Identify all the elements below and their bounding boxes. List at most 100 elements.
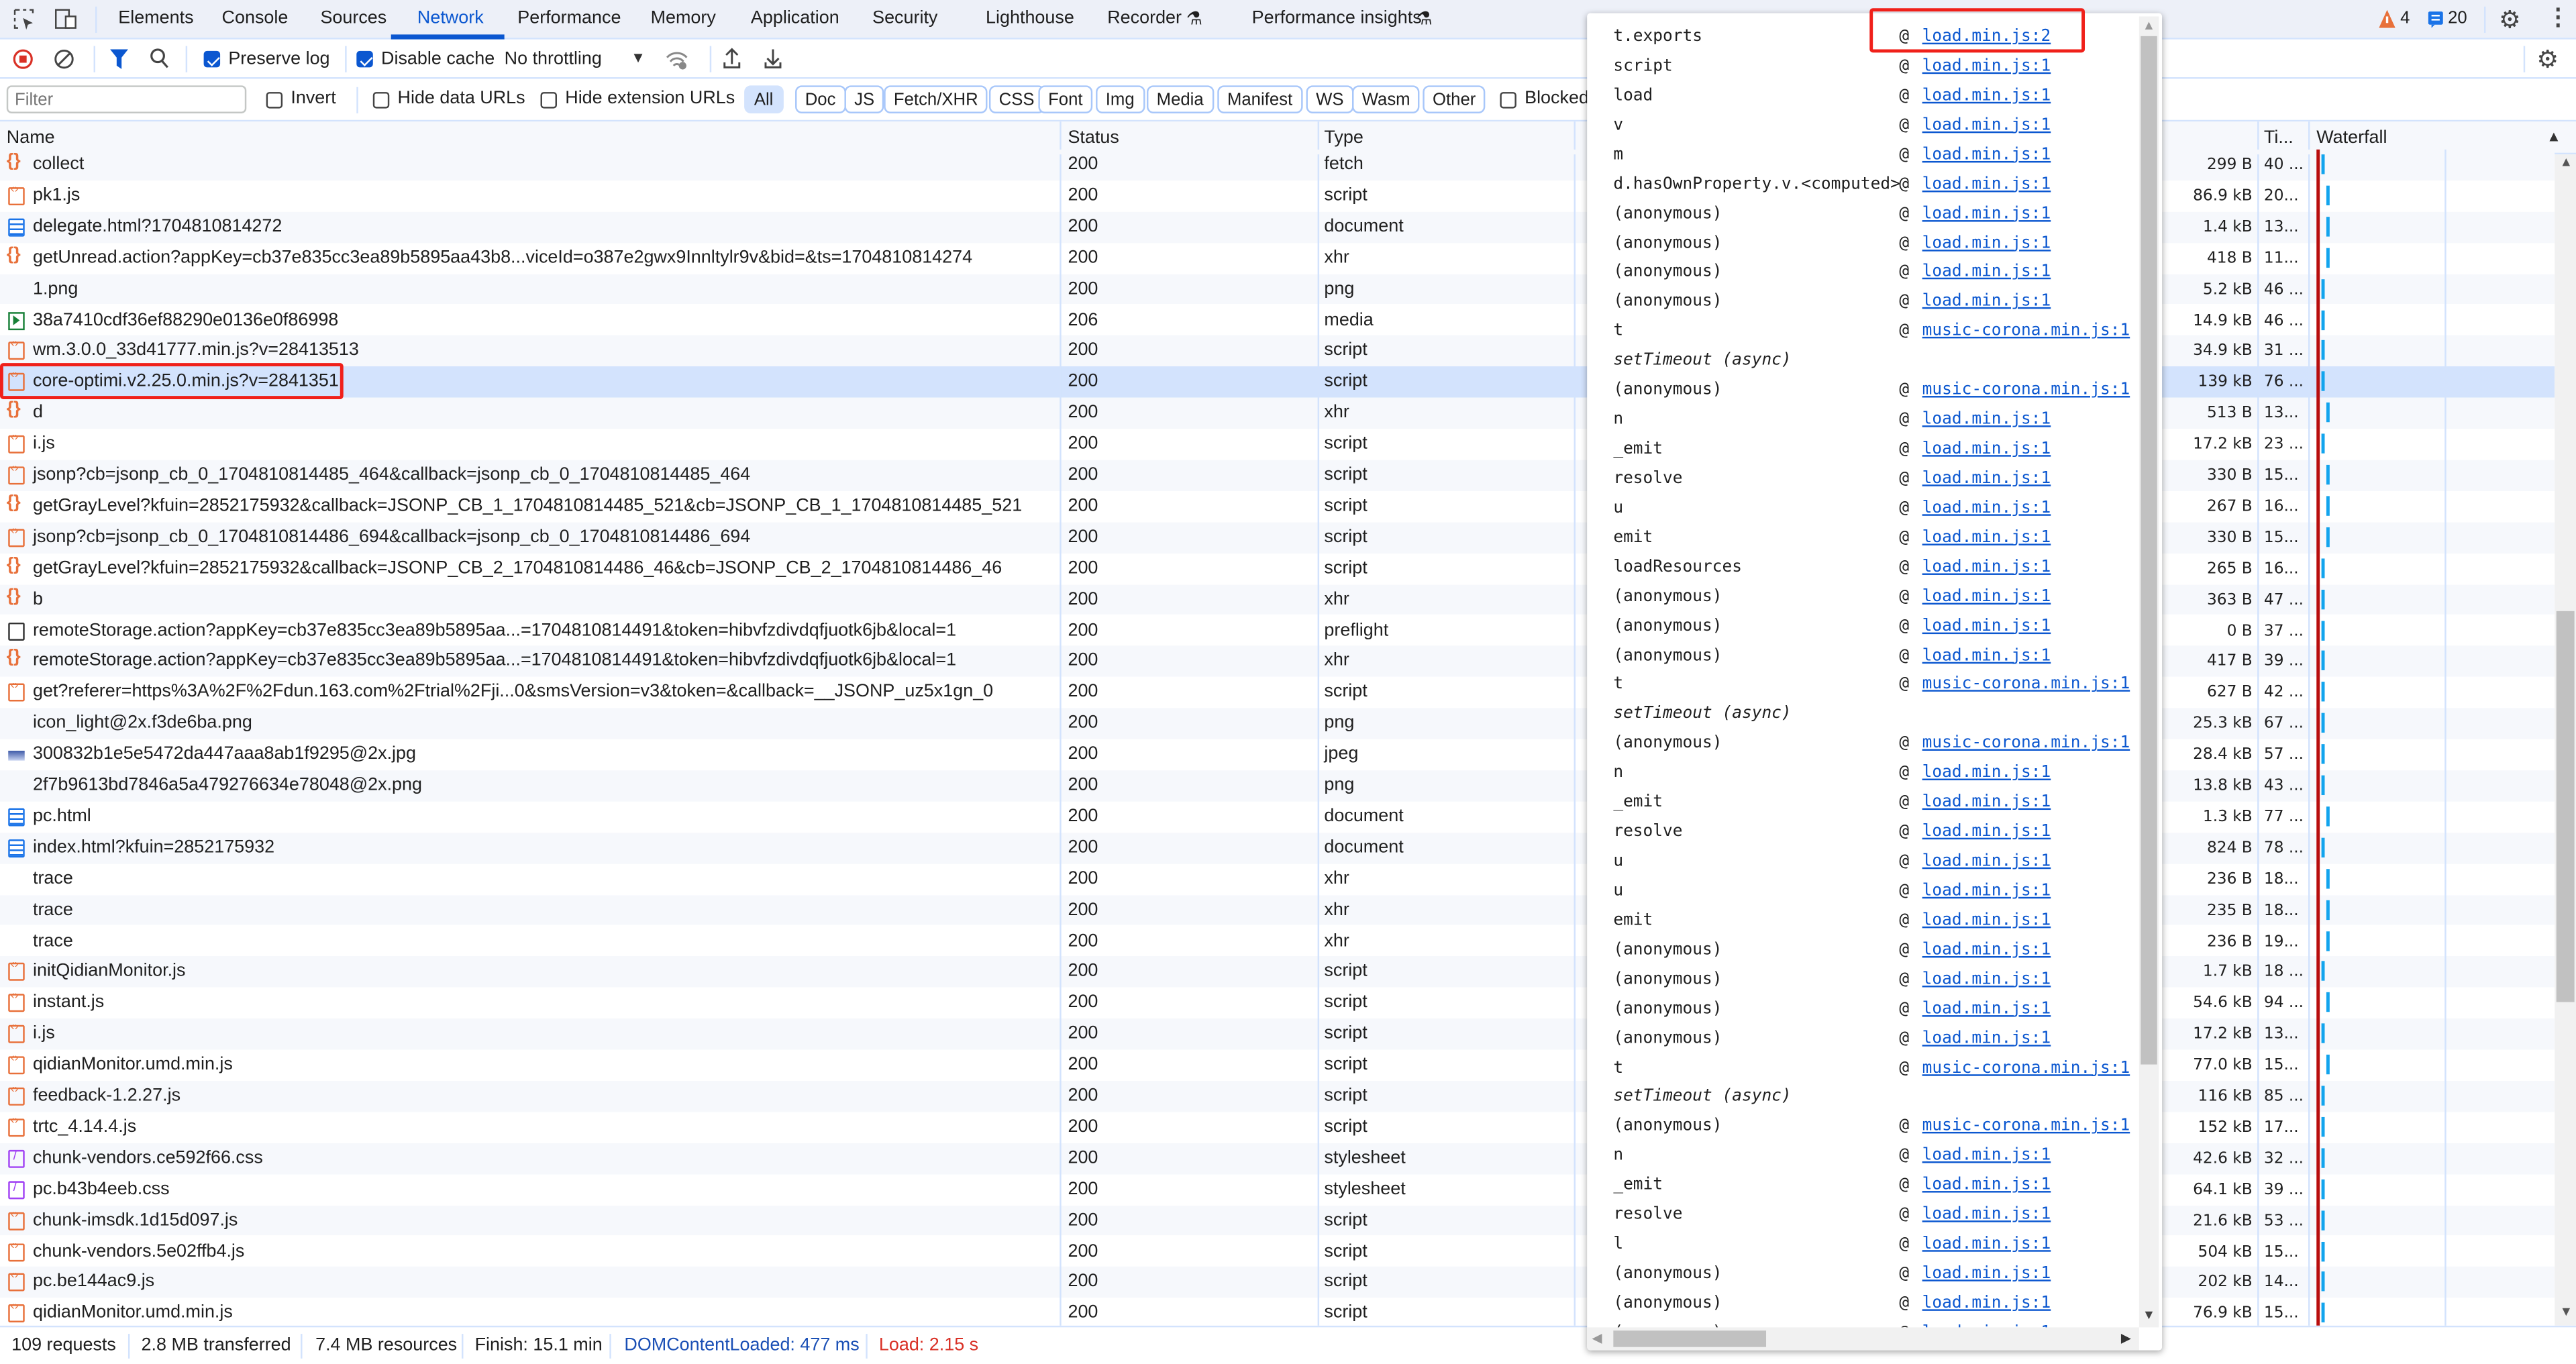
preserve-log-label[interactable]: Preserve log	[228, 49, 329, 68]
import-har-upload-icon[interactable]	[723, 48, 741, 69]
source-link[interactable]: load.min.js:1	[1922, 823, 2051, 841]
hide-extension-urls-label[interactable]: Hide extension URLs	[565, 89, 735, 108]
stop-recording-icon[interactable]	[13, 49, 33, 69]
source-link[interactable]: load.min.js:1	[1922, 558, 2051, 576]
source-link[interactable]: music-corona.min.js:1	[1922, 676, 2130, 694]
blocked-checkbox[interactable]	[1500, 91, 1516, 110]
inspect-element-icon[interactable]	[13, 8, 35, 30]
throttling-dropdown-arrow-icon[interactable]: ▼	[631, 49, 646, 65]
source-link[interactable]: load.min.js:1	[1922, 1265, 2051, 1283]
sort-ascending-icon[interactable]: ▲	[2546, 128, 2561, 144]
tab-recorder[interactable]: Recorder	[1107, 8, 1182, 28]
request-row[interactable]: jsonp?cb=jsonp_cb_0_1704810814485_464&ca…	[0, 460, 2555, 491]
request-row[interactable]: trace 200 xhr 236 B 19...	[0, 925, 2555, 957]
scroll-right-arrow-icon[interactable]: ▶	[2121, 1330, 2131, 1345]
request-row[interactable]: instant.js 200 script 54.6 kB 94 ...	[0, 988, 2555, 1019]
tab-performance[interactable]: Performance	[517, 8, 621, 28]
type-filter-css[interactable]: CSS	[988, 85, 1045, 113]
message-icon[interactable]	[2428, 11, 2444, 28]
request-row[interactable]: pk1.js 200 script 86.9 kB 20...	[0, 180, 2555, 212]
source-link[interactable]: music-corona.min.js:1	[1922, 381, 2130, 399]
warning-count[interactable]: 4	[2400, 8, 2410, 28]
request-row[interactable]: trace 200 xhr 236 B 18...	[0, 863, 2555, 895]
source-link[interactable]: load.min.js:1	[1922, 87, 2051, 105]
scroll-down-arrow-icon[interactable]: ▼	[2143, 1308, 2155, 1322]
request-row[interactable]: getUnread.action?appKey=cb37e835cc3ea89b…	[0, 242, 2555, 274]
source-link[interactable]: load.min.js:1	[1922, 470, 2051, 488]
request-row[interactable]: collect 200 fetch 299 B 40 ...	[0, 149, 2555, 181]
type-filter-doc[interactable]: Doc	[795, 85, 846, 113]
request-row[interactable]: trtc_4.14.4.js 200 script 152 kB 17...	[0, 1112, 2555, 1143]
scroll-down-arrow-icon[interactable]: ▼	[2560, 1304, 2573, 1319]
request-row[interactable]: pc.html 200 document 1.3 kB 77 ...	[0, 801, 2555, 833]
column-header-time[interactable]: Ti...	[2264, 128, 2294, 148]
source-link[interactable]: load.min.js:1	[1922, 293, 2051, 311]
source-link[interactable]: music-corona.min.js:1	[1922, 1059, 2130, 1077]
type-filter-all[interactable]: All	[744, 85, 784, 113]
invert-checkbox[interactable]	[266, 91, 283, 110]
request-row[interactable]: wm.3.0.0_33d41777.min.js?v=28413513 200 sc…	[0, 335, 2555, 367]
source-link[interactable]: music-corona.min.js:1	[1922, 1118, 2130, 1136]
throttling-select[interactable]: No throttling	[505, 49, 602, 68]
request-row[interactable]: qidianMonitor.umd.min.js 200 script 77.0 kB…	[0, 1049, 2555, 1082]
request-row[interactable]: feedback-1.2.27.js 200 script 116 kB 85 ...	[0, 1081, 2555, 1112]
request-row[interactable]: core-optimi.v2.25.0.min.js?v=2841351 200 s…	[0, 366, 2555, 398]
source-link[interactable]: load.min.js:1	[1922, 912, 2051, 930]
hide-data-urls-label[interactable]: Hide data URLs	[398, 89, 525, 108]
request-row[interactable]: getGrayLevel?kfuin=2852175932&callback=J…	[0, 553, 2555, 584]
source-link[interactable]: load.min.js:1	[1922, 264, 2051, 282]
preserve-log-checkbox[interactable]	[203, 49, 221, 68]
tab-memory[interactable]: Memory	[651, 8, 716, 28]
tab-lighthouse[interactable]: Lighthouse	[986, 8, 1074, 28]
request-row[interactable]: get?referer=https%3A%2F%2Fdun.163.com%2F…	[0, 677, 2555, 709]
source-link[interactable]: load.min.js:1	[1922, 58, 2051, 76]
hide-data-urls-checkbox[interactable]	[372, 91, 390, 110]
hide-extension-urls-checkbox[interactable]	[540, 91, 558, 110]
request-row[interactable]: delegate.html?1704810814272 200 document 1.…	[0, 211, 2555, 243]
invert-label[interactable]: Invert	[291, 89, 336, 108]
type-filter-media[interactable]: Media	[1146, 85, 1214, 113]
source-link[interactable]: load.min.js:2	[1922, 28, 2051, 46]
source-link[interactable]: load.min.js:1	[1922, 440, 2051, 458]
clear-icon[interactable]	[54, 49, 74, 69]
scroll-up-arrow-icon[interactable]: ▲	[2560, 154, 2573, 169]
scrollbar-thumb[interactable]	[2141, 36, 2157, 1065]
column-header-waterfall[interactable]: Waterfall	[2316, 128, 2387, 148]
tab-console[interactable]: Console	[222, 8, 289, 28]
source-link[interactable]: load.min.js:1	[1922, 499, 2051, 517]
request-row[interactable]: chunk-vendors.ce592f66.css 200 stylesheet 4…	[0, 1143, 2555, 1174]
network-settings-gear-icon[interactable]: ⚙	[2536, 44, 2559, 74]
tab-sources[interactable]: Sources	[320, 8, 387, 28]
column-header-type[interactable]: Type	[1324, 128, 1363, 148]
filter-funnel-icon[interactable]	[110, 49, 128, 69]
type-filter-other[interactable]: Other	[1423, 85, 1486, 113]
tab-security[interactable]: Security	[872, 8, 937, 28]
source-link[interactable]: load.min.js:1	[1922, 970, 2051, 988]
tab-network[interactable]: Network	[417, 8, 484, 28]
type-filter-font[interactable]: Font	[1038, 85, 1093, 113]
warning-icon[interactable]	[2379, 9, 2395, 28]
request-row[interactable]: chunk-vendors.5e02ffb4.js 200 script 504 kB…	[0, 1236, 2555, 1267]
source-link[interactable]: load.min.js:1	[1922, 853, 2051, 871]
request-row[interactable]: icon_light@2x.f3de6ba.png 200 png 25.3 kB 67…	[0, 708, 2555, 739]
source-link[interactable]: load.min.js:1	[1922, 146, 2051, 164]
request-row[interactable]: i.js 200 script 17.2 kB 13...	[0, 1018, 2555, 1050]
type-filter-manifest[interactable]: Manifest	[1217, 85, 1302, 113]
request-row[interactable]: qidianMonitor.umd.min.js 200 script 76.9 kB…	[0, 1298, 2555, 1326]
request-row[interactable]: remoteStorage.action?appKey=cb37e835cc3e…	[0, 646, 2555, 678]
request-row[interactable]: remoteStorage.action?appKey=cb37e835cc3e…	[0, 615, 2555, 647]
source-link[interactable]: load.min.js:1	[1922, 529, 2051, 547]
source-link[interactable]: load.min.js:1	[1922, 646, 2051, 664]
tab-elements[interactable]: Elements	[118, 8, 193, 28]
blocked-label[interactable]: Blocked	[1525, 89, 1589, 108]
source-link[interactable]: load.min.js:1	[1922, 794, 2051, 812]
search-icon[interactable]	[150, 48, 169, 69]
message-count[interactable]: 20	[2448, 8, 2467, 28]
type-filter-js[interactable]: JS	[844, 85, 884, 113]
request-row[interactable]: chunk-imsdk.1d15d097.js 200 script 21.6 kB 5…	[0, 1205, 2555, 1237]
source-link[interactable]: load.min.js:1	[1922, 411, 2051, 429]
export-har-download-icon[interactable]	[764, 48, 782, 69]
type-filter-wasm[interactable]: Wasm	[1352, 85, 1421, 113]
type-filter-img[interactable]: Img	[1096, 85, 1145, 113]
request-row[interactable]: jsonp?cb=jsonp_cb_0_1704810814486_694&ca…	[0, 522, 2555, 554]
